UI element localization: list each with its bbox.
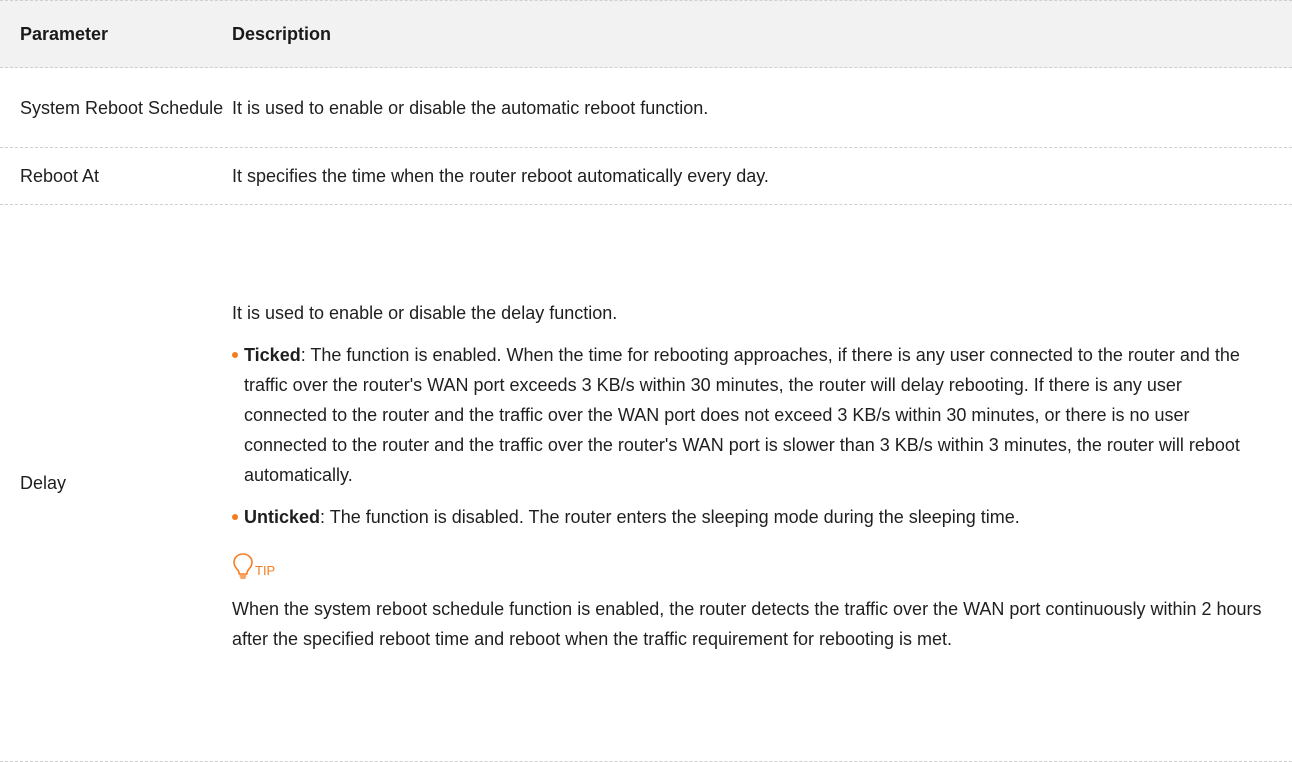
lightbulb-icon bbox=[233, 553, 253, 579]
delay-intro: It is used to enable or disable the dela… bbox=[232, 303, 618, 323]
tip-label: TIP bbox=[255, 563, 276, 578]
header-description: Description bbox=[232, 24, 332, 44]
header-parameter: Parameter bbox=[20, 24, 109, 44]
row-description: It specifies the time when the router re… bbox=[232, 166, 769, 186]
row-parameter-reboot-at: Reboot At bbox=[20, 166, 100, 186]
tip-text: When the system reboot schedule function… bbox=[232, 599, 1262, 649]
bullet-body: Ticked: The function is enabled. When th… bbox=[244, 340, 1262, 490]
table-row: Delay It is used to enable or disable th… bbox=[0, 205, 1292, 762]
row-parameter-delay: Delay bbox=[20, 473, 67, 493]
bullet-term: Unticked bbox=[244, 507, 321, 527]
bullet-text: : The function is enabled. When the time… bbox=[244, 345, 1240, 485]
table-row: Reboot At It specifies the time when the… bbox=[0, 148, 1292, 205]
row-description: It is used to enable or disable the auto… bbox=[232, 97, 709, 118]
bullet-term: Ticked bbox=[244, 345, 301, 365]
table-header-row: Parameter Description bbox=[0, 0, 1292, 68]
delay-description: It is used to enable or disable the dela… bbox=[232, 298, 1272, 654]
table-row: System Reboot Schedule It is used to ena… bbox=[0, 68, 1292, 148]
parameter-table: Parameter Description System Reboot Sche… bbox=[0, 0, 1292, 762]
bullet-unticked: Unticked: The function is disabled. The … bbox=[232, 502, 1262, 532]
bullet-ticked: Ticked: The function is enabled. When th… bbox=[232, 340, 1262, 490]
bullet-text: : The function is disabled. The router e… bbox=[320, 507, 1020, 527]
bullet-body: Unticked: The function is disabled. The … bbox=[244, 502, 1262, 532]
bullet-dot-icon bbox=[232, 514, 238, 520]
bullet-dot-icon bbox=[232, 352, 238, 358]
row-parameter-system-reboot-schedule: System Reboot Schedule bbox=[20, 97, 224, 118]
tip-heading: TIP bbox=[232, 544, 1262, 580]
